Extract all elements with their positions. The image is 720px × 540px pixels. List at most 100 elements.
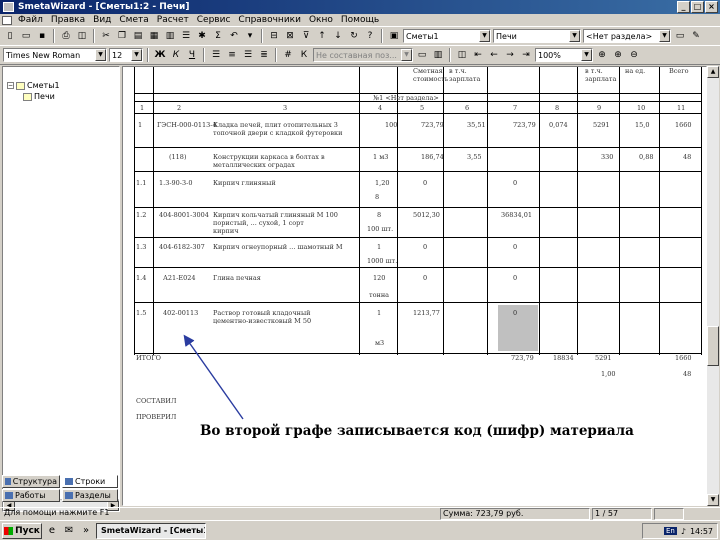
internet-explorer-icon[interactable]: e	[45, 524, 59, 538]
filter-icon[interactable]: ⊽	[299, 29, 313, 43]
zoom-in-icon[interactable]: ⊕	[611, 48, 625, 62]
page-setup-icon[interactable]: ▭	[415, 48, 429, 62]
preview-page-icon[interactable]: ◫	[455, 48, 469, 62]
open-icon[interactable]: ▭	[19, 29, 33, 43]
print-icon[interactable]: ⎙	[59, 29, 73, 43]
chevron-down-icon[interactable]: ▼	[659, 30, 670, 42]
list-icon[interactable]: ☰	[179, 29, 193, 43]
calc-icon[interactable]: ✱	[195, 29, 209, 43]
number-format-icon[interactable]: #	[281, 48, 295, 62]
title-bar: SmetaWizard - [Сметы1:2 - Печи] _ □ ×	[0, 0, 720, 14]
undo-icon[interactable]: ↶	[227, 29, 241, 43]
refresh-icon[interactable]: ↻	[347, 29, 361, 43]
justify-icon[interactable]: ≣	[257, 48, 271, 62]
structure-tree[interactable]: − Сметы1 Печи ◀ ▶	[2, 66, 120, 512]
app-icon[interactable]	[3, 2, 14, 12]
menu-references[interactable]: Справочники	[234, 15, 305, 25]
scroll-up-icon[interactable]: ▲	[707, 66, 719, 78]
row-name-3: кирпич	[213, 227, 239, 235]
subsection-combo[interactable]: <Нет раздела> ▼	[583, 29, 671, 43]
grid-icon[interactable]: ▥	[163, 29, 177, 43]
tree-root[interactable]: − Сметы1	[7, 81, 60, 90]
outlook-icon[interactable]: ✉	[62, 524, 76, 538]
open-section-icon[interactable]: ▭	[673, 29, 687, 43]
menu-edit[interactable]: Правка	[47, 15, 89, 25]
composite-position-combo[interactable]: Не составная поз... ▼	[313, 48, 413, 62]
collapse-icon[interactable]: −	[7, 82, 14, 89]
columns-icon[interactable]: ▥	[431, 48, 445, 62]
chevron-down-icon[interactable]: ▼	[131, 49, 142, 61]
font-size-combo[interactable]: 12 ▼	[109, 48, 143, 62]
selected-cell[interactable]	[498, 305, 538, 351]
align-left-icon[interactable]: ☰	[209, 48, 223, 62]
delete-icon[interactable]: ⊠	[283, 29, 297, 43]
section-combo[interactable]: Печи ▼	[493, 29, 581, 43]
menu-file[interactable]: Файл	[14, 15, 47, 25]
underline-button[interactable]: Ч	[185, 48, 199, 62]
menu-service[interactable]: Сервис	[193, 15, 235, 25]
start-button[interactable]: Пуск	[2, 522, 42, 539]
align-right-icon[interactable]: ☰	[241, 48, 255, 62]
chevron-down-icon[interactable]: ▼	[569, 30, 580, 42]
cut-icon[interactable]: ✂	[99, 29, 113, 43]
scroll-down-icon[interactable]: ▼	[707, 494, 719, 506]
insert-row-icon[interactable]: ⊟	[267, 29, 281, 43]
document-vertical-scrollbar[interactable]: ▲ ▼	[707, 66, 719, 506]
tab-structure[interactable]: Структура	[2, 475, 60, 488]
first-page-icon[interactable]: ⇤	[471, 48, 485, 62]
tree-child[interactable]: Печи	[23, 92, 55, 101]
minimize-button[interactable]: _	[677, 1, 690, 13]
paste-icon[interactable]: ▤	[131, 29, 145, 43]
chevron-down-icon[interactable]: ▼	[581, 49, 592, 61]
chevron-down-icon[interactable]: ▼	[95, 49, 106, 61]
sum-icon[interactable]: Σ	[211, 29, 225, 43]
bold-button[interactable]: Ж	[153, 48, 167, 62]
task-smetawizard[interactable]: SmetaWizard - [Сметы1...	[96, 522, 206, 539]
dropdown-icon[interactable]: ▾	[243, 29, 257, 43]
separator	[203, 48, 205, 62]
row-num: 1.1	[136, 179, 147, 187]
menu-window[interactable]: Окно	[305, 15, 337, 25]
coefficient-icon[interactable]: К	[297, 48, 311, 62]
menu-view[interactable]: Вид	[89, 15, 115, 25]
menu-help[interactable]: Помощь	[337, 15, 383, 25]
estimate-combo[interactable]: Сметы1 ▼	[403, 29, 491, 43]
preview-icon[interactable]: ◫	[75, 29, 89, 43]
menu-calc[interactable]: Расчет	[153, 15, 193, 25]
tab-works[interactable]: Работы	[2, 489, 60, 502]
composed-label: СОСТАВИЛ	[136, 397, 177, 405]
font-combo[interactable]: Times New Roman ▼	[3, 48, 107, 62]
estimate-document[interactable]: Сметная стоимость в т.ч. зарплата в т.ч.…	[122, 66, 707, 506]
zoom-out-icon[interactable]: ⊖	[627, 48, 641, 62]
document-icon[interactable]	[2, 15, 12, 25]
align-center-icon[interactable]: ≡	[225, 48, 239, 62]
edit-section-icon[interactable]: ✎	[689, 29, 703, 43]
close-button[interactable]: ×	[705, 1, 718, 13]
tab-sections[interactable]: Разделы	[62, 489, 118, 502]
menu-bar: Файл Правка Вид Смета Расчет Сервис Спра…	[0, 14, 720, 26]
help-icon[interactable]: ?	[363, 29, 377, 43]
last-page-icon[interactable]: ⇥	[519, 48, 533, 62]
next-page-icon[interactable]: →	[503, 48, 517, 62]
tab-rows[interactable]: Строки	[62, 475, 118, 488]
prev-page-icon[interactable]: ←	[487, 48, 501, 62]
menu-estimate[interactable]: Смета	[115, 15, 152, 25]
scroll-thumb[interactable]	[707, 326, 719, 366]
table-icon[interactable]: ▦	[147, 29, 161, 43]
volume-icon[interactable]: ♪	[681, 527, 686, 536]
estimates-icon[interactable]: ▣	[387, 29, 401, 43]
up-arrow-icon[interactable]: ↑	[315, 29, 329, 43]
copy-icon[interactable]: ❐	[115, 29, 129, 43]
language-indicator[interactable]: En	[663, 527, 677, 535]
italic-button[interactable]: К	[169, 48, 183, 62]
zoom-combo[interactable]: 100% ▼	[535, 48, 593, 62]
down-arrow-icon[interactable]: ↓	[331, 29, 345, 43]
new-icon[interactable]: ▯	[3, 29, 17, 43]
save-icon[interactable]: ▪	[35, 29, 49, 43]
row-c5: 0	[423, 274, 428, 282]
quick-launch-more-icon[interactable]: »	[79, 524, 93, 538]
chevron-down-icon[interactable]: ▼	[479, 30, 490, 42]
zoom-fit-icon[interactable]: ⊕	[595, 48, 609, 62]
chevron-down-icon[interactable]: ▼	[401, 49, 412, 61]
maximize-button[interactable]: □	[691, 1, 704, 13]
